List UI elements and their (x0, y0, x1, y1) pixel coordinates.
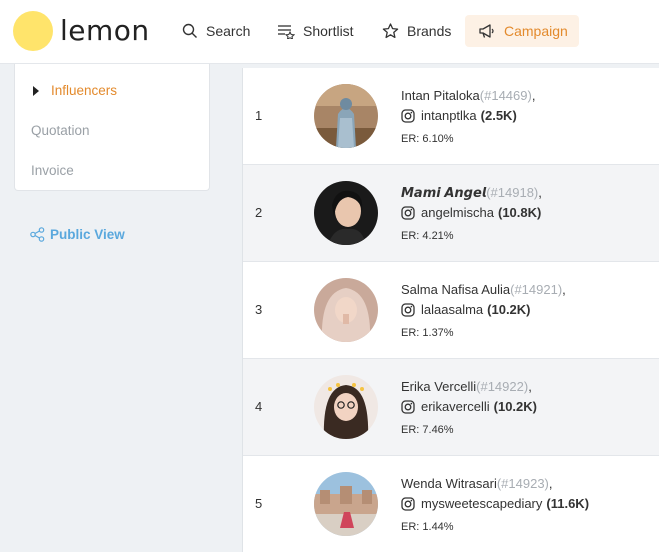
influencer-list: 1 Intan Pitaloka(#14469), intanptlka (2.… (242, 68, 659, 552)
name-suffix: , (562, 282, 566, 297)
engagement-rate: ER: 6.10% (401, 133, 454, 145)
megaphone-icon (478, 23, 496, 39)
influencer-id: (#14923) (496, 476, 549, 491)
public-view-link[interactable]: Public View (30, 227, 125, 242)
row-rank: 2 (255, 205, 263, 220)
instagram-icon (401, 496, 415, 511)
influencer-row: 2 𝙈𝙖𝙢𝙞 𝘼𝙣𝙜𝙚𝙡(#14918), angelmischa (10.8K… (243, 165, 659, 262)
instagram-handle[interactable]: lalaasalma (421, 302, 483, 317)
influencer-row: 4 Erika Vercelli(#14922), erikavercelli (243, 359, 659, 456)
name-suffix: , (538, 185, 542, 200)
shortlist-icon (277, 23, 295, 39)
nav-campaign-label: Campaign (504, 23, 568, 39)
instagram-handle[interactable]: angelmischa (421, 205, 494, 220)
instagram-handle[interactable]: erikavercelli (421, 399, 490, 414)
influencer-name[interactable]: 𝙈𝙖𝙢𝙞 𝘼𝙣𝙜𝙚𝙡 (401, 185, 486, 200)
caret-right-icon (33, 85, 39, 96)
row-rank: 4 (255, 399, 263, 414)
logo-mark[interactable] (13, 11, 53, 51)
influencer-name-line: Salma Nafisa Aulia(#14921), (401, 282, 566, 297)
search-icon (182, 23, 198, 39)
sidebar-item-label: Influencers (51, 83, 118, 98)
instagram-line: lalaasalma (10.2K) (401, 302, 531, 317)
name-suffix: , (548, 476, 553, 491)
instagram-icon (401, 399, 415, 414)
influencer-name-line: 𝙈𝙖𝙢𝙞 𝘼𝙣𝙜𝙚𝙡(#14918), (401, 185, 542, 201)
star-icon (382, 23, 399, 39)
influencer-name[interactable]: Wenda Witrasari (401, 476, 497, 491)
instagram-handle[interactable]: intanptlka (421, 108, 477, 123)
influencer-name[interactable]: Erika Vercelli (401, 379, 476, 394)
follower-count: (11.6K) (546, 496, 590, 511)
instagram-handle[interactable]: mysweetescapediary (421, 496, 542, 511)
instagram-line: erikavercelli (10.2K) (401, 399, 537, 414)
influencer-id: (#14921) (510, 282, 563, 297)
name-suffix: , (528, 379, 532, 394)
engagement-rate: ER: 1.37% (401, 327, 454, 339)
avatar[interactable] (314, 472, 378, 536)
influencer-id: (#14918) (486, 185, 539, 200)
influencer-name-line: Erika Vercelli(#14922), (401, 379, 532, 394)
nav-campaign[interactable]: Campaign (465, 15, 579, 47)
share-icon (30, 227, 45, 242)
sidebar-item-invoice[interactable]: Invoice (31, 163, 74, 178)
instagram-icon (401, 205, 415, 220)
sidebar-item-quotation[interactable]: Quotation (31, 123, 90, 138)
instagram-icon (401, 302, 415, 317)
instagram-line: mysweetescapediary (11.6K) (401, 496, 589, 511)
row-rank: 3 (255, 302, 263, 317)
row-rank: 1 (255, 108, 263, 123)
engagement-rate: ER: 7.46% (401, 424, 454, 436)
nav-search-label: Search (206, 23, 251, 39)
avatar[interactable] (314, 181, 378, 245)
influencer-row: 3 Salma Nafisa Aulia(#14921), lalaasalma… (243, 262, 659, 359)
influencer-row: 5 Wenda Witrasari(#14923), mysweetescape… (243, 456, 659, 552)
follower-count: (10.2K) (493, 399, 537, 414)
nav-brands[interactable]: Brands (382, 15, 451, 47)
influencer-name[interactable]: Intan Pitaloka (401, 88, 480, 103)
sidebar-card: Influencers Quotation Invoice (14, 64, 210, 191)
avatar[interactable] (314, 375, 378, 439)
nav-search[interactable]: Search (182, 15, 250, 47)
engagement-rate: ER: 4.21% (401, 230, 454, 242)
influencer-name-line: Wenda Witrasari(#14923), (401, 476, 553, 491)
influencer-name-line: Intan Pitaloka(#14469), (401, 88, 535, 103)
avatar[interactable] (314, 278, 378, 342)
influencer-row: 1 Intan Pitaloka(#14469), intanptlka (2.… (243, 68, 659, 165)
nav-shortlist[interactable]: Shortlist (277, 15, 354, 47)
name-suffix: , (531, 88, 536, 103)
follower-count: (2.5K) (480, 108, 517, 123)
avatar[interactable] (314, 84, 378, 148)
public-view-label: Public View (50, 227, 125, 242)
follower-count: (10.2K) (487, 302, 531, 317)
instagram-icon (401, 108, 415, 123)
logo-text[interactable]: lemon (60, 11, 150, 51)
engagement-rate: ER: 1.44% (401, 521, 454, 533)
sidebar-item-influencers[interactable]: Influencers (31, 83, 117, 98)
nav-brands-label: Brands (407, 23, 452, 39)
instagram-line: angelmischa (10.8K) (401, 205, 541, 220)
row-rank: 5 (255, 496, 263, 511)
top-bar: lemon Search Shortlist Brands Campaign (0, 0, 659, 64)
influencer-id: (#14922) (476, 379, 529, 394)
instagram-line: intanptlka (2.5K) (401, 108, 517, 123)
influencer-id: (#14469) (479, 88, 532, 103)
nav-shortlist-label: Shortlist (303, 23, 354, 39)
follower-count: (10.8K) (498, 205, 542, 220)
influencer-name[interactable]: Salma Nafisa Aulia (401, 282, 510, 297)
